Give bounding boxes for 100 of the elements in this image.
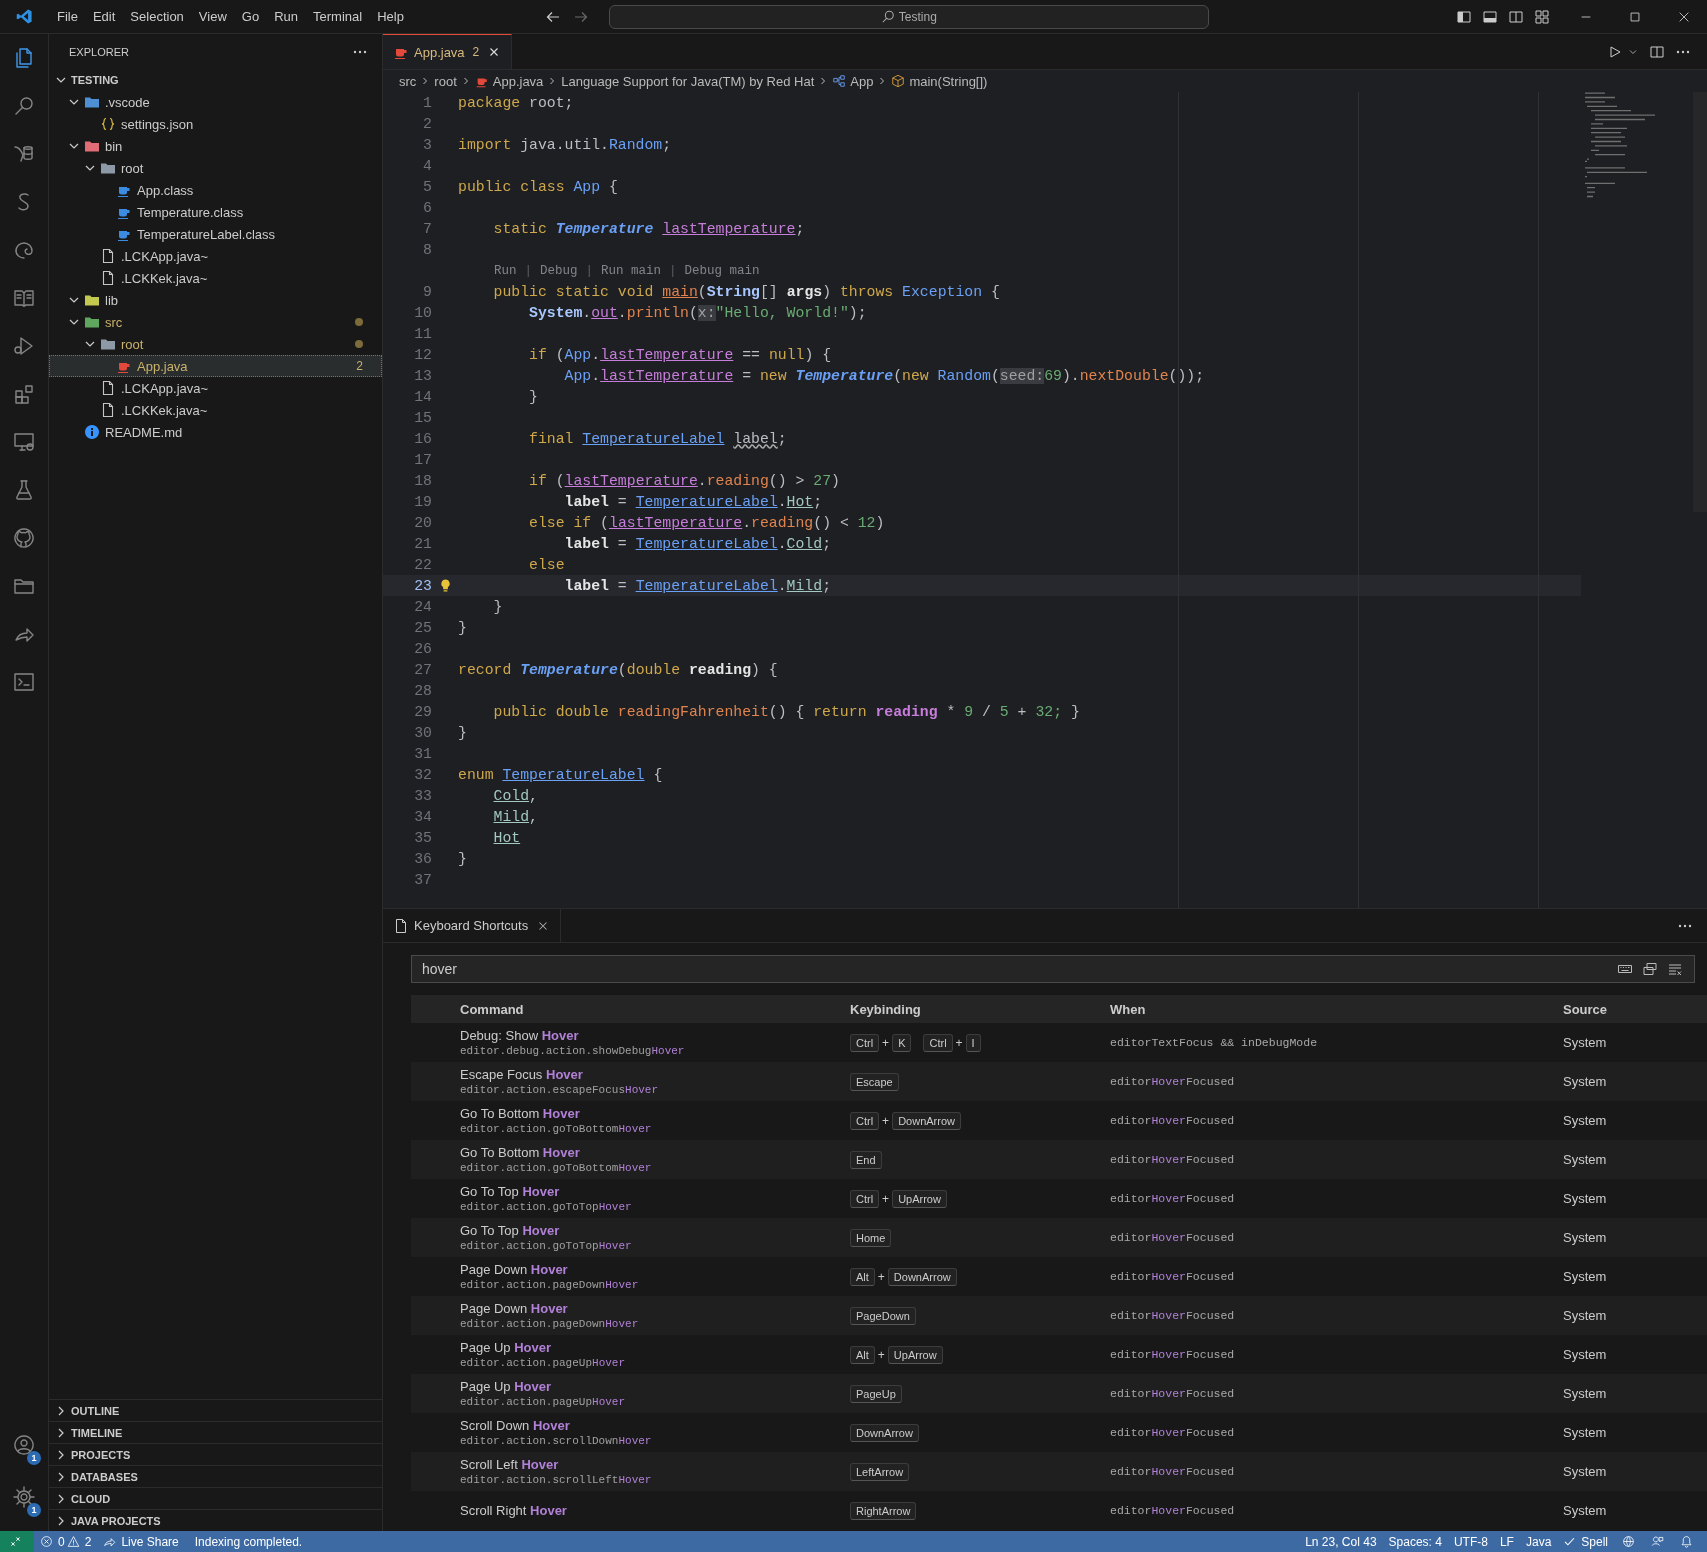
- stacked-windows-icon[interactable]: [1642, 961, 1658, 977]
- class-icon: [832, 74, 847, 88]
- tree-item[interactable]: .vscode: [49, 91, 382, 113]
- tree-item[interactable]: root: [49, 157, 382, 179]
- status-item[interactable]: Spaces: 4: [1382, 1534, 1448, 1549]
- menu-item[interactable]: Edit: [85, 6, 123, 27]
- separator-text: |: [669, 263, 677, 278]
- code-line: }: [458, 619, 467, 636]
- tree-item[interactable]: App.java 2: [49, 355, 382, 377]
- status-item[interactable]: Java: [1519, 1534, 1558, 1549]
- command-name: Page Down Hover: [460, 1262, 569, 1277]
- source-text: System: [1563, 1425, 1608, 1440]
- code-line: Hot: [492, 829, 521, 846]
- tree-item[interactable]: .LCKApp.java~: [49, 245, 382, 267]
- breadcrumb-item[interactable]: App.java: [492, 73, 544, 89]
- tree-item[interactable]: .LCKKek.java~: [49, 267, 382, 289]
- command-center[interactable]: Testing: [608, 4, 1209, 29]
- globe-icon[interactable]: [1622, 1535, 1635, 1548]
- remote-monitor-icon[interactable]: [12, 430, 36, 454]
- bell-icon[interactable]: [1680, 1535, 1693, 1548]
- menu-item[interactable]: Go: [234, 6, 267, 27]
- app-logo-icon[interactable]: [16, 8, 33, 25]
- file-icon: [393, 917, 409, 934]
- sidebar-toggle-icon[interactable]: [1456, 8, 1472, 25]
- feedback-icon[interactable]: [1651, 1535, 1664, 1548]
- section-header[interactable]: PROJECTS: [49, 1443, 382, 1465]
- tree-item[interactable]: README.md: [49, 421, 382, 443]
- tree-item[interactable]: src: [49, 311, 382, 333]
- code-line: if (lastTemperature.reading() > 27): [528, 472, 840, 489]
- file-name: bin: [105, 138, 123, 154]
- line-number: 17: [413, 451, 432, 468]
- when-clause: editorHoverFocused: [1110, 1153, 1236, 1166]
- account-icon[interactable]: [12, 1433, 36, 1457]
- code-line: Cold,: [492, 787, 538, 804]
- column-header[interactable]: Command: [460, 1001, 850, 1017]
- status-item[interactable]: LF: [1493, 1534, 1520, 1549]
- code-line: System.out.println(x:"Hello, World!");: [528, 304, 867, 321]
- menu-item[interactable]: File: [50, 6, 85, 27]
- command-id: editor.action.scrollLeftHover: [460, 1474, 653, 1486]
- code-line: record Temperature(double reading) {: [458, 661, 778, 678]
- breadcrumb-item[interactable]: main(String[]): [909, 73, 988, 89]
- line-number: 24: [413, 598, 432, 615]
- breadcrumb-item[interactable]: Language Support for Java(TM) by Red Hat: [561, 73, 815, 89]
- section-title: DATABASES: [71, 1470, 138, 1483]
- command-name: Scroll Down Hover: [460, 1418, 571, 1433]
- status-item[interactable]: UTF-8: [1447, 1534, 1494, 1549]
- codelens-link[interactable]: Debug: [540, 263, 578, 278]
- status-item[interactable]: Ln 23, Col 43: [1299, 1534, 1383, 1549]
- tree-item[interactable]: lib: [49, 289, 382, 311]
- codelens-link[interactable]: Debug main: [684, 263, 760, 278]
- section-header[interactable]: TIMELINE: [49, 1421, 382, 1443]
- tree-item[interactable]: bin: [49, 135, 382, 157]
- codelens-link[interactable]: Run: [494, 263, 517, 278]
- keycap: Home: [850, 1228, 892, 1247]
- column-header[interactable]: Keybinding: [850, 1001, 1110, 1017]
- menu-item[interactable]: Run: [267, 6, 305, 27]
- split-editor-icon[interactable]: [1649, 43, 1665, 60]
- tree-item[interactable]: App.class: [49, 179, 382, 201]
- line-number: 8: [422, 241, 432, 258]
- tree-item[interactable]: Temperature.class: [49, 201, 382, 223]
- tree-item[interactable]: TemperatureLabel.class: [49, 223, 382, 245]
- code-line: public class App {: [458, 178, 618, 195]
- line-number: 27: [413, 661, 432, 678]
- codelens-link[interactable]: Run main: [601, 263, 662, 278]
- menu-item[interactable]: View: [191, 6, 234, 27]
- editor-tab[interactable]: App.java 2: [383, 34, 513, 69]
- breadcrumb-item[interactable]: src: [399, 73, 417, 89]
- menu-item[interactable]: Help: [370, 6, 411, 27]
- run-icon[interactable]: [1607, 43, 1623, 60]
- tree-item[interactable]: root: [49, 333, 382, 355]
- extensions-icon[interactable]: [12, 382, 36, 406]
- cat-logo-icon[interactable]: [12, 526, 36, 550]
- panel-toggle-icon[interactable]: [1482, 8, 1498, 25]
- breadcrumb-item[interactable]: App: [850, 73, 874, 89]
- search-field[interactable]: hover: [411, 955, 1695, 983]
- terminal-icon[interactable]: [12, 670, 36, 694]
- breadcrumb-item[interactable]: root: [434, 73, 457, 89]
- live-share-button[interactable]: Live Share: [97, 1534, 185, 1549]
- line-number: 21: [413, 535, 432, 552]
- plus-sign: +: [955, 1035, 963, 1050]
- layout-grid-icon[interactable]: [1534, 8, 1550, 25]
- menu-item[interactable]: Terminal: [306, 6, 370, 27]
- section-header[interactable]: OUTLINE: [49, 1399, 382, 1421]
- command-id: editor.action.goToBottomHover: [460, 1162, 653, 1174]
- spell-check-button[interactable]: Spell: [1557, 1534, 1614, 1549]
- maximize-icon[interactable]: [1628, 9, 1642, 24]
- tree-item[interactable]: .LCKKek.java~: [49, 399, 382, 421]
- column-header[interactable]: When: [1110, 1001, 1563, 1017]
- section-header[interactable]: DATABASES: [49, 1465, 382, 1487]
- tree-item[interactable]: settings.json: [49, 113, 382, 135]
- tree-item[interactable]: .LCKApp.java~: [49, 377, 382, 399]
- split-layout-icon[interactable]: [1508, 8, 1524, 25]
- menu-item[interactable]: Selection: [123, 6, 191, 27]
- workspace-label[interactable]: TESTING: [71, 74, 119, 86]
- settings-icon[interactable]: [12, 1485, 36, 1509]
- column-header[interactable]: Source: [1563, 1001, 1707, 1017]
- line-number: 7: [422, 220, 432, 237]
- problems-button[interactable]: 0 2: [34, 1534, 98, 1549]
- section-header[interactable]: CLOUD: [49, 1487, 382, 1509]
- clear-list-icon[interactable]: [1667, 961, 1683, 977]
